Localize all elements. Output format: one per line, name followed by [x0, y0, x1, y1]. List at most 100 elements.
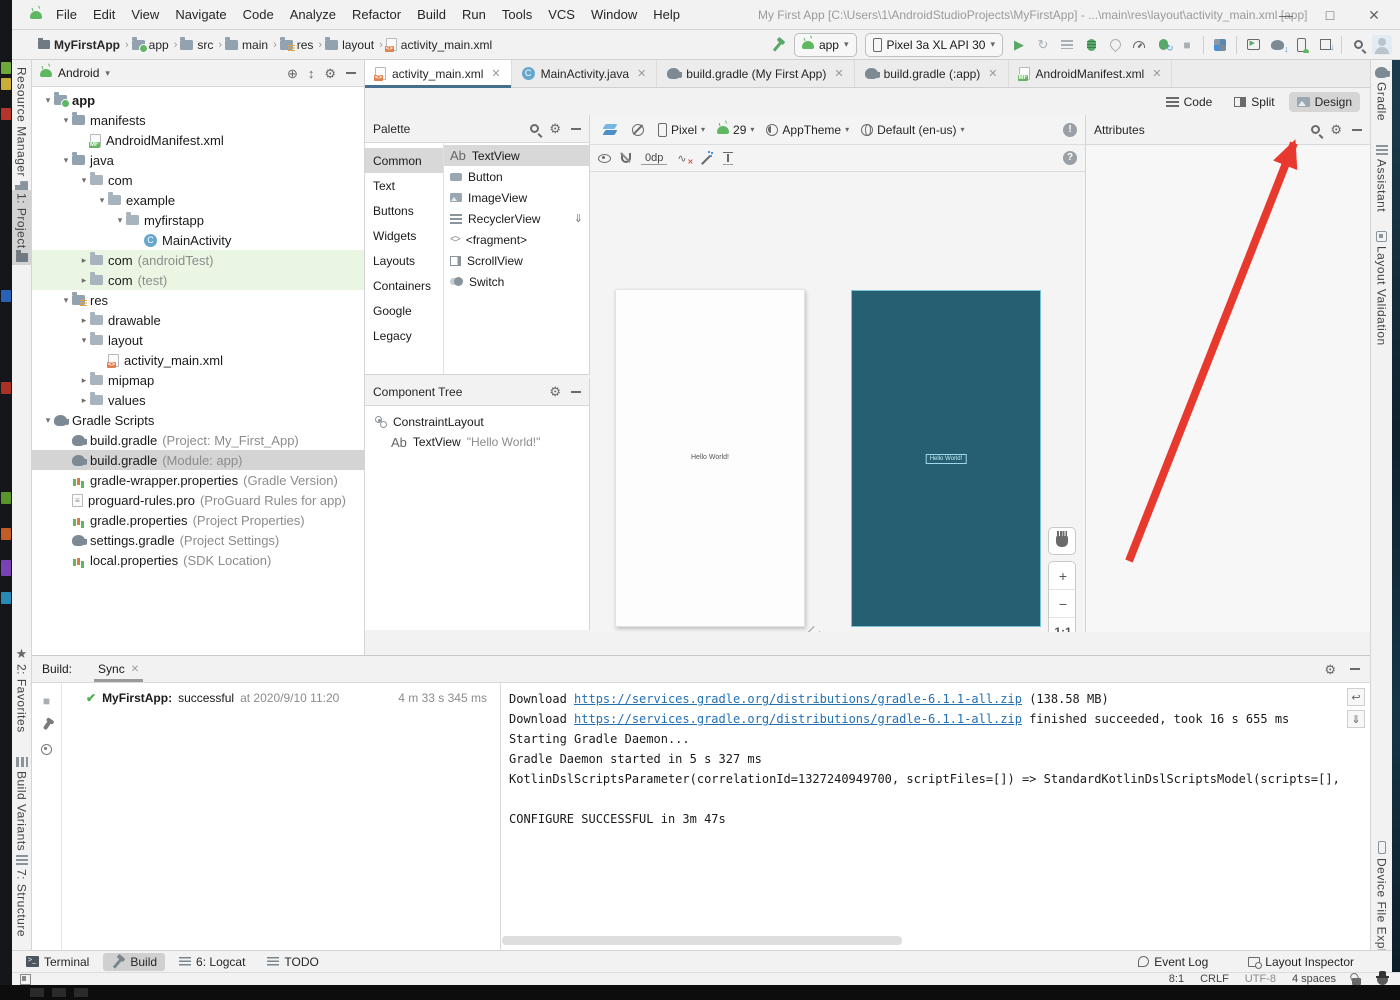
collapse-all-icon[interactable]: ↕ [308, 67, 315, 80]
chevron-down-icon[interactable]: ▾ [42, 415, 54, 426]
breadcrumb-item[interactable]: layout [325, 36, 374, 52]
highlighting-level-icon[interactable] [1376, 970, 1389, 985]
pan-button[interactable] [1048, 527, 1076, 555]
tree-item-build-gradle[interactable]: build.gradle (Project: My_First_App) [32, 430, 364, 450]
tree-item-mainactivity[interactable]: C MainActivity [32, 230, 364, 250]
zoom-in-button[interactable]: + [1049, 562, 1075, 590]
palette-category-widgets[interactable]: Widgets [365, 223, 443, 248]
design-mode-button[interactable] [598, 118, 622, 142]
mode-button-split[interactable]: Split [1226, 92, 1282, 112]
restore-tool-windows-icon[interactable] [20, 973, 31, 985]
close-icon[interactable]: ✕ [988, 67, 997, 80]
console-link[interactable]: https://services.gradle.org/distribution… [574, 692, 1022, 706]
hide-panel-icon[interactable] [1352, 128, 1362, 131]
tree-item-build-gradle[interactable]: build.gradle (Module: app) [32, 450, 364, 470]
gear-icon[interactable]: ⚙ [324, 67, 336, 80]
bottom-button-layout-inspector[interactable]: Layout Inspector [1240, 953, 1362, 971]
clear-constraints-icon[interactable] [677, 152, 693, 166]
tool-window-button-build-variants[interactable]: Build Variants [12, 754, 31, 854]
tree-item-local-properties[interactable]: local.properties (SDK Location) [32, 550, 364, 570]
run-button[interactable]: ▶ [1007, 33, 1031, 57]
bottom-tab-terminal[interactable]: >_ Terminal [18, 953, 97, 971]
tool-window-button-gradle[interactable]: Gradle [1371, 64, 1392, 124]
tree-item-gradle-scripts[interactable]: ▾ Gradle Scripts [32, 410, 364, 430]
menu-build[interactable]: Build [409, 0, 454, 30]
default-margins-control[interactable]: 0dp [641, 152, 668, 165]
status-item-crlf[interactable]: CRLF [1200, 973, 1229, 985]
apply-code-changes-button[interactable] [1055, 33, 1079, 57]
status-item-8-1[interactable]: 8:1 [1169, 973, 1184, 985]
chevron-right-icon[interactable]: ▸ [78, 255, 90, 266]
component-tree-item-textview[interactable]: Ab TextView "Hello World!" [365, 432, 589, 452]
breadcrumb-item[interactable]: main [225, 36, 268, 52]
palette-category-common[interactable]: Common [365, 148, 443, 173]
tree-item-activity-main-xml[interactable]: activity_main.xml [32, 350, 364, 370]
guidelines-icon[interactable] [723, 151, 734, 165]
hide-panel-icon[interactable] [571, 390, 581, 393]
menu-navigate[interactable]: Navigate [167, 0, 234, 30]
menu-vcs[interactable]: VCS [540, 0, 583, 30]
pin-icon[interactable] [42, 720, 51, 731]
design-preview[interactable]: Hello World! [615, 289, 805, 627]
tree-item-myfirstapp[interactable]: ▾ myfirstapp [32, 210, 364, 230]
build-sync-tab[interactable]: Sync ✕ [94, 656, 144, 682]
mode-button-code[interactable]: Code [1158, 92, 1221, 112]
search-icon[interactable] [1311, 125, 1321, 134]
breadcrumb-item[interactable]: res [279, 36, 313, 52]
chevron-right-icon[interactable]: ▸ [78, 275, 90, 286]
palette-category-legacy[interactable]: Legacy [365, 323, 443, 348]
tree-item-proguard-rules-pro[interactable]: proguard-rules.pro(ProGuard Rules for ap… [32, 490, 364, 510]
locate-file-icon[interactable]: ⊕ [287, 67, 298, 80]
orientation-button[interactable] [626, 118, 650, 142]
tree-item-example[interactable]: ▾ example [32, 190, 364, 210]
tool-window-button-layout-validation[interactable]: Layout Validation [1371, 228, 1392, 349]
hide-panel-icon[interactable] [346, 72, 356, 74]
palette-component-imageview[interactable]: ImageView [444, 187, 589, 208]
tree-item-manifests[interactable]: ▾ manifests [32, 110, 364, 130]
run-config-select[interactable]: app ▾ [793, 32, 857, 57]
build-console[interactable]: Download https://services.gradle.org/dis… [500, 683, 1342, 950]
hello-world-text[interactable]: Hello World! [616, 454, 804, 461]
menu-view[interactable]: View [123, 0, 167, 30]
chevron-down-icon[interactable]: ▾ [78, 175, 90, 186]
sdk-manager-button[interactable] [1313, 33, 1337, 57]
console-horizontal-scrollbar[interactable] [502, 936, 902, 945]
build-result-row[interactable]: ✔ MyFirstApp: successful at 2020/9/10 11… [62, 683, 499, 705]
soft-wrap-icon[interactable]: ↩ [1347, 688, 1365, 706]
device-select[interactable]: Pixel 3a XL API 30 ▾ [864, 32, 1003, 57]
infer-constraints-icon[interactable] [700, 151, 714, 165]
gradle-sync-button[interactable] [1265, 33, 1289, 57]
palette-component--fragment-[interactable]: <> <fragment> [444, 229, 589, 250]
tree-item-values[interactable]: ▸ values [32, 390, 364, 410]
autoconnect-icon[interactable] [621, 153, 631, 163]
view-options-icon[interactable] [598, 153, 611, 163]
tool-window-button-resource-manager[interactable]: Resource Manager [12, 64, 31, 197]
tree-item-res[interactable]: ▾ res [32, 290, 364, 310]
project-view-selector[interactable]: Android [58, 66, 99, 80]
palette-component-textview[interactable]: Ab TextView [444, 145, 589, 166]
editor-tab-build-gradle-app-[interactable]: build.gradle (:app) ✕ [855, 60, 1009, 87]
device-manager-button[interactable] [1289, 33, 1313, 57]
editor-tab-activity-main-xml[interactable]: activity_main.xml ✕ [365, 60, 512, 88]
profiler-button[interactable] [1127, 33, 1151, 57]
hide-panel-icon[interactable] [571, 127, 581, 130]
profile-button[interactable] [1103, 33, 1127, 57]
breadcrumb-item[interactable]: MyFirstApp [38, 37, 120, 52]
component-tree-item-constraintlayout[interactable]: ConstraintLayout [365, 412, 589, 432]
design-canvas[interactable]: Hello World! Hello World! + − 1:1 [525, 172, 1085, 688]
chevron-right-icon[interactable]: ▸ [78, 395, 90, 406]
menu-analyze[interactable]: Analyze [282, 0, 344, 30]
profile-avatar[interactable] [1370, 33, 1394, 57]
close-icon[interactable]: ✕ [491, 67, 500, 80]
menu-refactor[interactable]: Refactor [344, 0, 409, 30]
tool-window-button-assistant[interactable]: Assistant [1371, 142, 1392, 215]
palette-component-switch[interactable]: Switch [444, 271, 589, 292]
api-level-select[interactable]: 29 ▾ [713, 123, 758, 137]
chevron-down-icon[interactable]: ▾ [96, 195, 108, 206]
menu-run[interactable]: Run [454, 0, 494, 30]
menu-window[interactable]: Window [583, 0, 645, 30]
menu-tools[interactable]: Tools [494, 0, 540, 30]
bottom-tab-build[interactable]: Build [103, 952, 166, 971]
debug-button[interactable] [1079, 33, 1103, 57]
palette-category-containers[interactable]: Containers [365, 273, 443, 298]
